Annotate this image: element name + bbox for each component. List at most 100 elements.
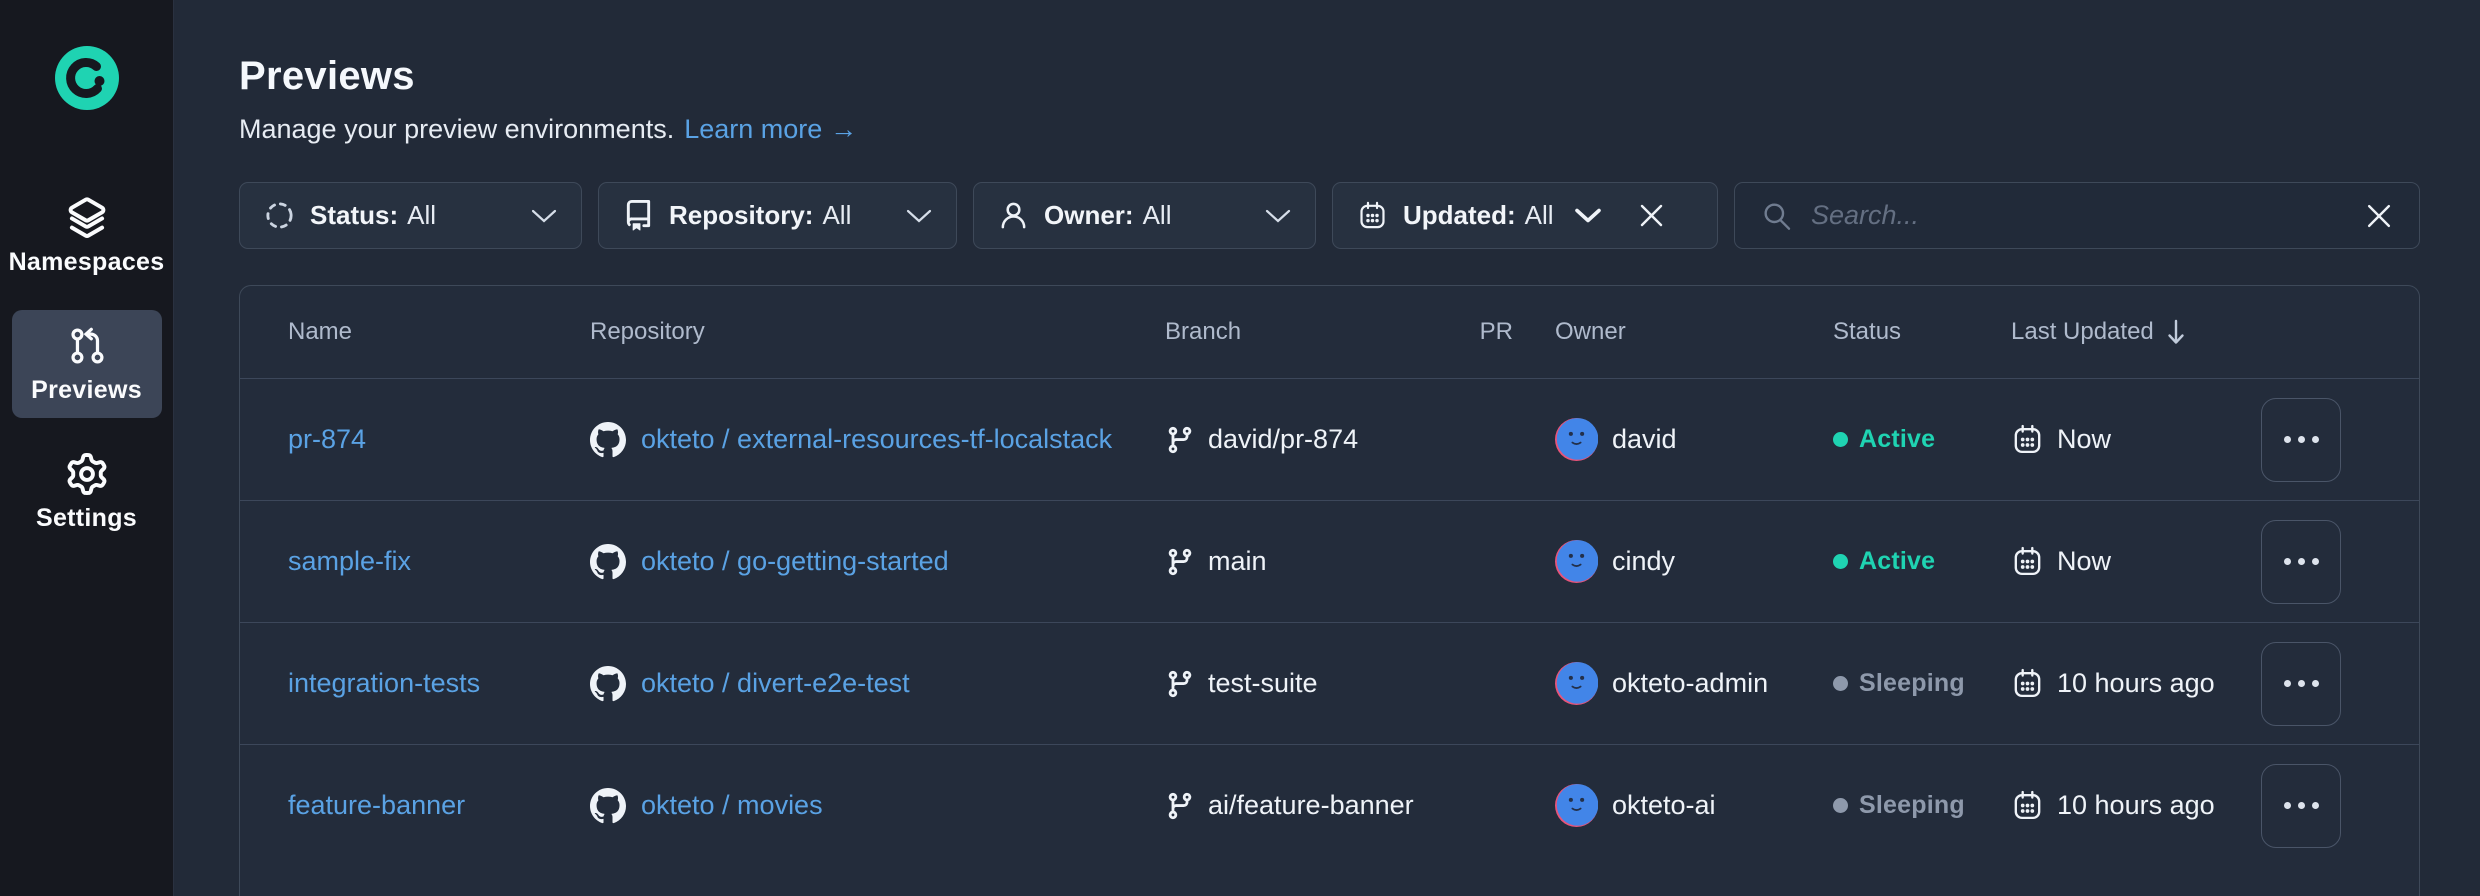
column-header-repository: Repository: [586, 318, 1163, 346]
owner-avatar: [1555, 662, 1598, 705]
table-body: pr-874 okteto / external-resources-tf-lo…: [240, 378, 2419, 866]
filter-value: All: [1143, 200, 1172, 231]
search-input[interactable]: [1811, 200, 2347, 231]
calendar-icon: [2011, 423, 2044, 456]
repository-link[interactable]: okteto / external-resources-tf-localstac…: [590, 422, 1112, 458]
repo-icon: [623, 200, 654, 231]
previews-branch-icon: [66, 325, 108, 367]
learn-more-label: Learn more: [684, 114, 822, 145]
table-row[interactable]: integration-tests okteto / divert-e2e-te…: [240, 622, 2419, 744]
sidebar-item-label: Namespaces: [9, 248, 165, 277]
repository-filter-button[interactable]: Repository: All: [598, 182, 957, 249]
chevron-down-icon: [531, 208, 557, 224]
sidebar-item-previews[interactable]: Previews: [12, 310, 162, 418]
table-row[interactable]: pr-874 okteto / external-resources-tf-lo…: [240, 378, 2419, 500]
person-icon: [998, 200, 1029, 231]
updated-filter-button[interactable]: Updated: All: [1332, 182, 1718, 249]
row-actions-button[interactable]: [2261, 764, 2341, 848]
branch-label: test-suite: [1208, 668, 1318, 699]
ellipsis-icon: [2284, 802, 2291, 809]
git-branch-icon: [1165, 547, 1195, 577]
ellipsis-icon: [2284, 680, 2291, 687]
page-subtitle: Manage your preview environments. Learn …: [239, 114, 2420, 145]
git-branch-icon: [1165, 425, 1195, 455]
row-actions-button[interactable]: [2261, 398, 2341, 482]
calendar-icon: [1357, 200, 1388, 231]
repository-link[interactable]: okteto / go-getting-started: [590, 544, 949, 580]
last-updated-label: Now: [2057, 424, 2111, 455]
repository-link[interactable]: okteto / movies: [590, 788, 823, 824]
status-label: Active: [1859, 425, 1935, 454]
repository-label: okteto / go-getting-started: [641, 546, 949, 577]
table-row[interactable]: sample-fix okteto / go-getting-started m…: [240, 500, 2419, 622]
filter-value: All: [407, 200, 436, 231]
row-actions-button[interactable]: [2261, 642, 2341, 726]
github-icon: [590, 788, 626, 824]
column-header-last-updated[interactable]: Last Updated: [1995, 317, 2235, 347]
branch-label: david/pr-874: [1208, 424, 1358, 455]
column-header-branch: Branch: [1163, 318, 1451, 346]
repository-label: okteto / divert-e2e-test: [641, 668, 910, 699]
status-dot-icon: [1833, 554, 1848, 569]
owner-avatar: [1555, 784, 1598, 827]
subtitle-text: Manage your preview environments.: [239, 114, 674, 145]
last-updated-label: Now: [2057, 546, 2111, 577]
repository-label: okteto / external-resources-tf-localstac…: [641, 424, 1112, 455]
table-header-row: Name Repository Branch PR Owner Status L…: [240, 286, 2419, 378]
preview-name-link[interactable]: pr-874: [288, 424, 366, 454]
status-label: Sleeping: [1859, 791, 1965, 820]
previews-table: Name Repository Branch PR Owner Status L…: [239, 285, 2420, 896]
github-icon: [590, 422, 626, 458]
github-icon: [590, 666, 626, 702]
sidebar: Namespaces Previews Settings: [0, 0, 174, 896]
gear-icon: [66, 453, 108, 495]
column-header-status: Status: [1817, 318, 1995, 346]
status-label: Active: [1859, 547, 1935, 576]
status-badge: Active: [1817, 547, 1995, 576]
arrow-right-icon: →: [830, 114, 857, 145]
calendar-icon: [2011, 545, 2044, 578]
last-updated-label: 10 hours ago: [2057, 668, 2215, 699]
owner-label: okteto-admin: [1612, 668, 1768, 699]
row-actions-button[interactable]: [2261, 520, 2341, 604]
filter-bar: Status: All Repository: All Owner: All: [239, 182, 2420, 249]
status-badge: Active: [1817, 425, 1995, 454]
filter-label: Status:: [310, 200, 398, 231]
github-icon: [590, 544, 626, 580]
status-filter-button[interactable]: Status: All: [239, 182, 582, 249]
preview-name-link[interactable]: feature-banner: [288, 790, 465, 820]
chevron-down-icon: [1574, 207, 1602, 224]
chevron-down-icon: [1265, 208, 1291, 224]
search-clear-icon[interactable]: [2365, 202, 2393, 230]
sidebar-nav: Namespaces Previews Settings: [0, 182, 173, 546]
sidebar-item-namespaces[interactable]: Namespaces: [12, 182, 162, 290]
sidebar-item-settings[interactable]: Settings: [12, 438, 162, 546]
column-header-owner: Owner: [1517, 318, 1817, 346]
owner-filter-button[interactable]: Owner: All: [973, 182, 1316, 249]
sidebar-item-label: Previews: [31, 376, 142, 405]
branch-label: main: [1208, 546, 1267, 577]
ellipsis-icon: [2284, 558, 2291, 565]
status-dot-icon: [1833, 432, 1848, 447]
dashed-circle-icon: [264, 200, 295, 231]
sidebar-item-label: Settings: [36, 504, 137, 533]
calendar-icon: [2011, 667, 2044, 700]
status-dot-icon: [1833, 798, 1848, 813]
repository-link[interactable]: okteto / divert-e2e-test: [590, 666, 910, 702]
page-title: Previews: [239, 54, 2420, 99]
clear-filter-icon[interactable]: [1638, 202, 1665, 229]
filter-label: Owner:: [1044, 200, 1134, 231]
chevron-down-icon: [906, 208, 932, 224]
learn-more-link[interactable]: Learn more →: [684, 114, 857, 145]
main-content: Previews Manage your preview environment…: [174, 0, 2480, 896]
last-updated-label: 10 hours ago: [2057, 790, 2215, 821]
git-branch-icon: [1165, 669, 1195, 699]
preview-name-link[interactable]: sample-fix: [288, 546, 411, 576]
okteto-logo[interactable]: [55, 46, 119, 110]
calendar-icon: [2011, 789, 2044, 822]
column-header-label: Last Updated: [2011, 318, 2154, 346]
preview-name-link[interactable]: integration-tests: [288, 668, 480, 698]
table-row[interactable]: feature-banner okteto / movies ai/featur…: [240, 744, 2419, 866]
sort-arrow-down-icon: [2166, 317, 2186, 347]
filter-value: All: [822, 200, 851, 231]
